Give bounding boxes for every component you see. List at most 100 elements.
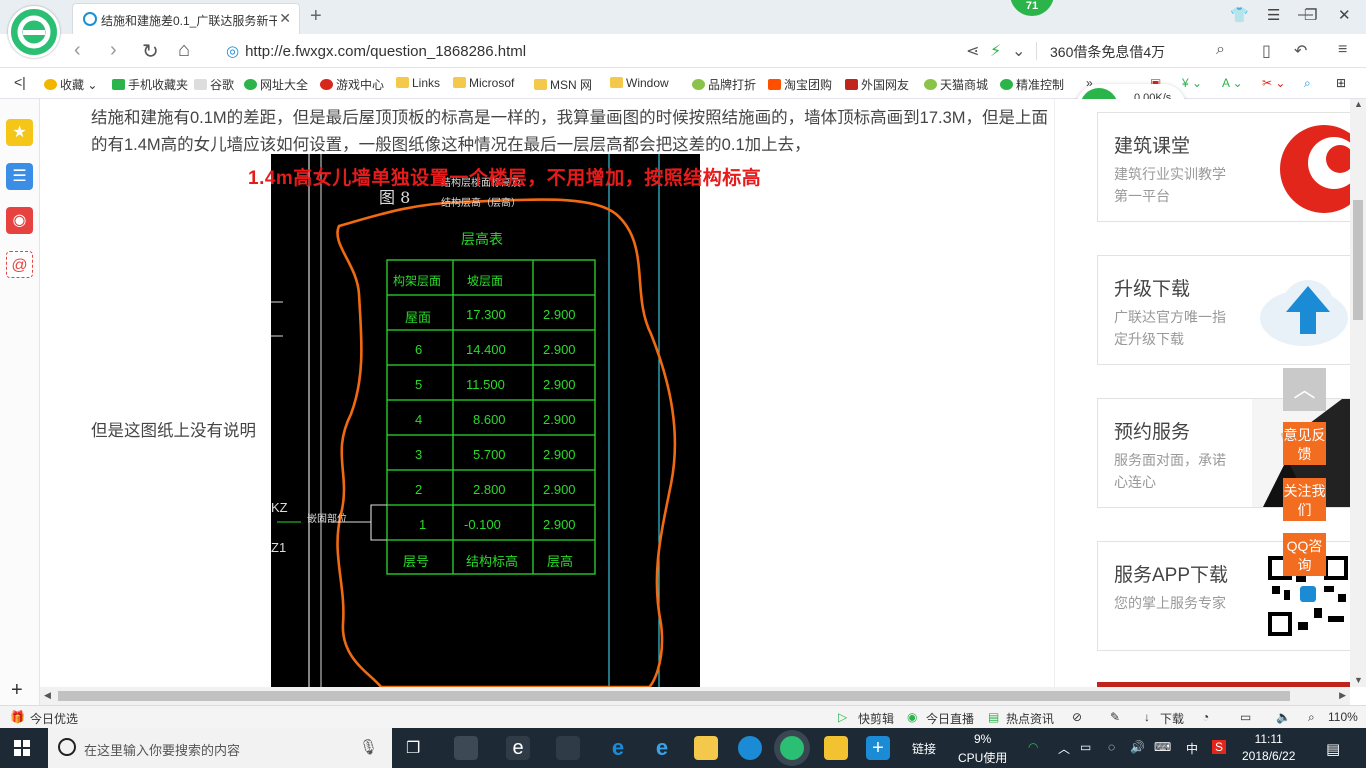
ext-grid-icon[interactable]: ⊞	[1336, 76, 1346, 90]
favorites-star-icon[interactable]: ★	[6, 119, 33, 146]
card-classroom[interactable]: 建筑课堂 建筑行业实训教学第一平台	[1097, 112, 1350, 222]
scroll-up-icon[interactable]: ▲	[1354, 99, 1363, 109]
ime-label[interactable]: 中	[1186, 740, 1198, 757]
sogou-ime-icon[interactable]: S	[1212, 740, 1227, 754]
bookmark-precise[interactable]: 精准控制	[1000, 76, 1064, 93]
refresh-icon[interactable]: ↻	[142, 39, 159, 64]
status-today-picks[interactable]: 今日优选	[30, 710, 78, 727]
close-window-icon[interactable]: ✕	[1338, 6, 1351, 24]
mobile-icon[interactable]: ▯	[1262, 41, 1271, 61]
window-icon[interactable]: ▭	[1240, 710, 1251, 724]
weibo-icon[interactable]: ◉	[6, 207, 33, 234]
bookmark-foreign[interactable]: 外国网友	[845, 76, 909, 93]
lightning-icon[interactable]: ⚡	[990, 41, 1001, 61]
taskbar-search-box[interactable]: 在这里输入你要搜索的内容 🎙	[48, 728, 392, 768]
cad-footer-2: 结构标高	[466, 554, 519, 569]
more-menu-icon[interactable]: ≡	[1338, 41, 1347, 59]
mail-icon[interactable]: @	[6, 251, 33, 278]
url-field[interactable]: ◎ http://e.fwxgx.com/question_1868286.htm…	[226, 42, 526, 60]
active-browser-icon[interactable]	[780, 736, 804, 760]
vertical-scrollbar[interactable]: ▲ ▼	[1350, 99, 1366, 687]
action-center-icon[interactable]: ▤	[1326, 740, 1340, 758]
bookmark-brand[interactable]: 品牌打折	[692, 76, 756, 93]
back-icon[interactable]: ‹	[74, 39, 81, 62]
edge-icon[interactable]: e	[606, 736, 630, 760]
sidebar-toggle-icon[interactable]: <|	[14, 74, 26, 90]
bookmark-daquan[interactable]: 网址大全	[244, 76, 308, 93]
forward-icon[interactable]: ›	[110, 39, 117, 62]
notification-badge[interactable]: 71	[1010, 0, 1054, 16]
feedback-button[interactable]: 意见反馈	[1283, 422, 1326, 465]
cad-col-header-1: 构架层面	[393, 274, 442, 288]
browser-tab[interactable]: 结施和建施差0.1_广联达服务新干 ✕	[72, 3, 300, 34]
horizontal-scrollbar[interactable]: ◀ ▶	[40, 687, 1350, 705]
scroll-right-icon[interactable]: ▶	[1339, 690, 1346, 701]
clock[interactable]: 11:11 2018/6/22	[1242, 731, 1295, 765]
wifi-tray-icon[interactable]: ◠	[1028, 740, 1038, 754]
plus-app-icon[interactable]: +	[866, 736, 890, 760]
ext-cut-icon[interactable]: ✂ ⌄	[1262, 76, 1285, 90]
status-item-download[interactable]: 下载	[1160, 710, 1184, 727]
notes-app-icon[interactable]	[824, 736, 848, 760]
bookmark-msn[interactable]: MSN 网	[534, 76, 592, 93]
spiral-app-icon[interactable]	[556, 736, 580, 760]
bookmark-tmall[interactable]: 天猫商城	[924, 76, 988, 93]
windows-start-icon[interactable]	[14, 740, 30, 756]
tab-close-icon[interactable]: ✕	[279, 10, 291, 27]
dropdown-icon[interactable]: ⌄	[1012, 41, 1025, 61]
browser-logo[interactable]	[8, 6, 60, 58]
follow-us-button[interactable]: 关注我们	[1283, 478, 1326, 521]
battery-icon[interactable]: ▭	[1080, 740, 1091, 754]
scroll-left-icon[interactable]: ◀	[44, 690, 51, 701]
bookmark-taobao[interactable]: 淘宝团购	[768, 76, 832, 93]
bookmark-mobile[interactable]: 手机收藏夹	[112, 76, 188, 93]
zoom-level[interactable]: 110%	[1328, 710, 1358, 724]
home-icon[interactable]: ⌂	[178, 39, 190, 62]
ie-icon[interactable]: e	[650, 736, 674, 760]
keyboard-icon[interactable]: ⌨	[1154, 740, 1171, 754]
bookmark-google[interactable]: 谷歌	[194, 76, 234, 93]
maximize-icon[interactable]: ❐	[1304, 6, 1317, 24]
clean-icon[interactable]: ◔	[1202, 710, 1209, 724]
card-upgrade[interactable]: 升级下载 广联达官方唯一指定升级下载	[1097, 255, 1350, 365]
bookmark-windows[interactable]: Window	[610, 76, 669, 90]
share-icon[interactable]: ⋖	[966, 41, 979, 61]
bookmark-favorites[interactable]: 收藏 ⌄	[44, 76, 97, 93]
horizontal-scroll-thumb[interactable]	[58, 691, 1290, 701]
question-paragraph: 结施和建施有0.1M的差距，但是最后屋顶顶板的标高是一样的，我算量画图的时候按照…	[91, 109, 1049, 154]
new-tab-icon[interactable]: +	[310, 5, 322, 28]
network-icon[interactable]: ◌	[1108, 740, 1115, 754]
bookmark-links[interactable]: Links	[396, 76, 440, 90]
ext-search-icon[interactable]: ⌕	[1304, 76, 1311, 91]
news-icon[interactable]: ☰	[6, 163, 33, 190]
microphone-icon[interactable]: 🎙	[359, 738, 378, 756]
task-view-icon[interactable]: ❐	[406, 738, 420, 758]
skin-icon[interactable]: 👕	[1230, 6, 1249, 24]
undo-icon[interactable]: ↶	[1294, 41, 1307, 61]
status-item-news[interactable]: 热点资讯	[1006, 710, 1054, 727]
status-item-live[interactable]: 今日直播	[926, 710, 974, 727]
tray-expand-icon[interactable]: ︿	[1058, 740, 1070, 757]
tools-icon[interactable]: ✎	[1110, 710, 1120, 724]
scroll-down-icon[interactable]: ▼	[1354, 675, 1363, 685]
glodon-app-icon[interactable]	[738, 736, 762, 760]
qq-consult-button[interactable]: QQ咨询	[1283, 533, 1326, 576]
search-icon[interactable]: ⌕	[1216, 41, 1225, 59]
tray-link-label[interactable]: 链接	[912, 740, 936, 757]
browser-360-icon[interactable]: e	[506, 736, 530, 760]
accelerate-icon[interactable]: ⊘	[1072, 710, 1082, 724]
bookmark-games[interactable]: 游戏中心	[320, 76, 384, 93]
ext-yen-icon[interactable]: ¥ ⌄	[1182, 76, 1202, 90]
file-explorer-icon[interactable]	[694, 736, 718, 760]
fan-app-icon[interactable]	[454, 736, 478, 760]
vertical-scroll-thumb[interactable]	[1353, 200, 1363, 320]
bookmark-microsoft[interactable]: Microsof	[453, 76, 514, 90]
search-field[interactable]: 360借条免息借4万	[1050, 42, 1165, 62]
status-item-clip[interactable]: 快剪辑	[858, 710, 894, 727]
volume-icon[interactable]: 🔈	[1276, 710, 1291, 724]
menu-icon[interactable]: ☰	[1267, 6, 1280, 24]
back-to-top-icon[interactable]: ︿	[1283, 368, 1326, 411]
speaker-icon[interactable]: 🔊	[1130, 740, 1145, 754]
ext-translate-icon[interactable]: A ⌄	[1222, 76, 1243, 90]
add-sidebar-icon[interactable]: +	[11, 679, 23, 702]
